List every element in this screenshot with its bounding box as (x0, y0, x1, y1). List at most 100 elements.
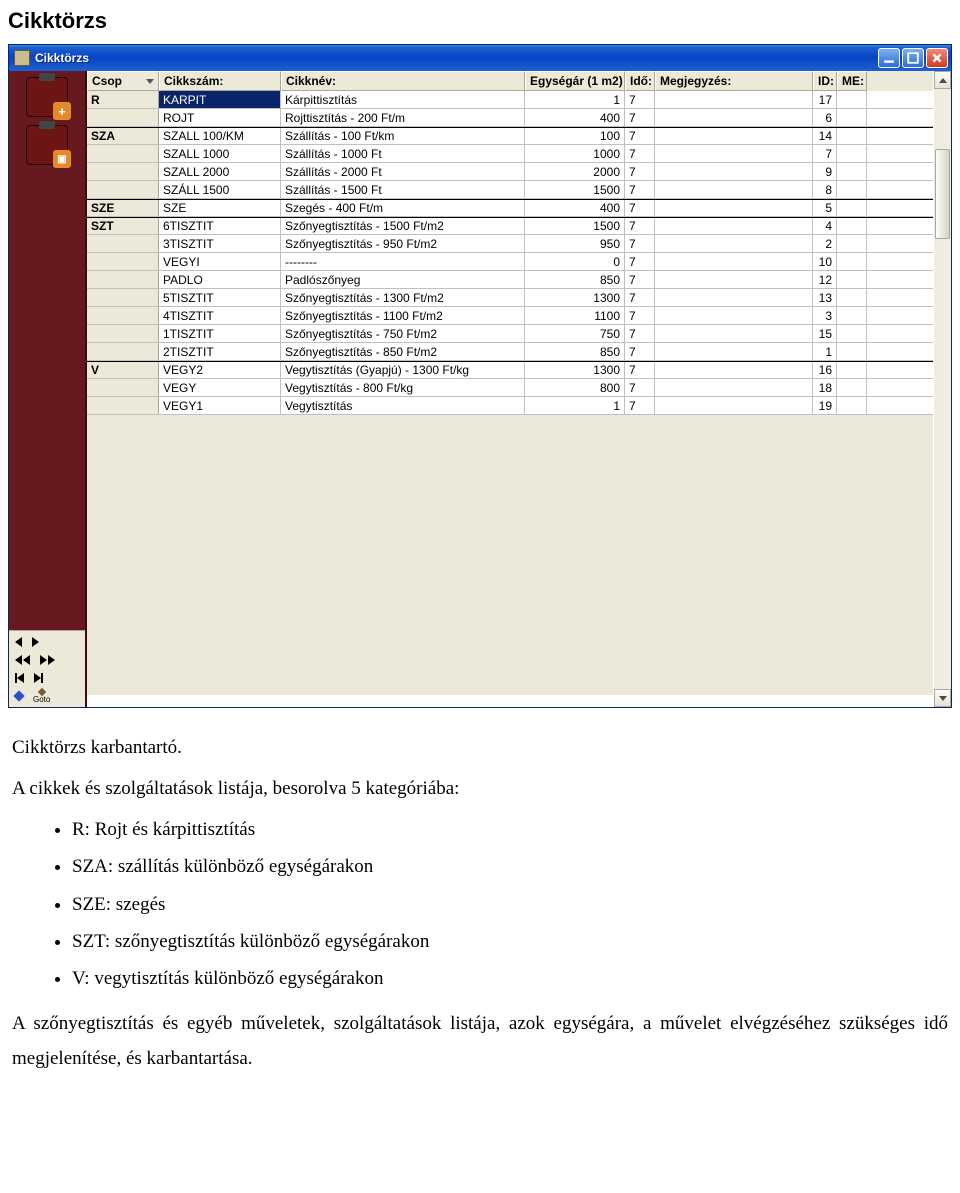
vertical-scrollbar[interactable] (933, 71, 951, 707)
doc-intro: Cikktörzs karbantartó. (12, 730, 948, 765)
cell: 13 (813, 289, 837, 306)
cell (655, 235, 813, 252)
cell: SZA (87, 128, 159, 144)
new-record-button[interactable]: + (26, 77, 68, 117)
cell: 3 (813, 307, 837, 324)
cell (87, 181, 159, 198)
plus-icon: + (53, 102, 71, 120)
table-row[interactable]: PADLOPadlószőnyeg850712 (87, 271, 933, 289)
cell (837, 109, 867, 126)
close-button[interactable] (926, 48, 948, 68)
cell: 6TISZTIT (159, 218, 281, 234)
bookmark-icon[interactable] (13, 690, 24, 701)
table-row[interactable]: RKARPITKárpittisztítás1717 (87, 91, 933, 109)
cell: Szőnyegtisztítás - 750 Ft/m2 (281, 325, 525, 342)
col-id[interactable]: ID: (813, 71, 837, 91)
cell: 18 (813, 379, 837, 396)
maximize-button[interactable] (902, 48, 924, 68)
table-row[interactable]: 4TISZTITSzőnyegtisztítás - 1100 Ft/m2110… (87, 307, 933, 325)
grid-body[interactable]: RKARPITKárpittisztítás1717ROJTRojttisztí… (87, 91, 933, 415)
cell (655, 271, 813, 288)
table-row[interactable]: 3TISZTITSzőnyegtisztítás - 950 Ft/m29507… (87, 235, 933, 253)
grid-empty-area (87, 415, 933, 695)
cell: 19 (813, 397, 837, 414)
record-navigator: Goto (9, 630, 85, 707)
cell: 7 (625, 379, 655, 396)
col-cikkszam[interactable]: Cikkszám: (159, 71, 281, 91)
cell: 2 (813, 235, 837, 252)
cell: R (87, 91, 159, 108)
scroll-down-button[interactable] (934, 689, 951, 707)
cell (655, 397, 813, 414)
list-item: SZA: szállítás különböző egységárakon (72, 849, 948, 884)
cell: 750 (525, 325, 625, 342)
cell: ROJT (159, 109, 281, 126)
cell (837, 343, 867, 360)
cell: 5TISZTIT (159, 289, 281, 306)
next-icon[interactable] (32, 637, 39, 647)
col-egysegar[interactable]: Egységár (1 m2) (525, 71, 625, 91)
duplicate-record-button[interactable]: ▣ (26, 125, 68, 165)
cell (837, 325, 867, 342)
scroll-thumb[interactable] (935, 149, 950, 239)
scroll-up-button[interactable] (934, 71, 951, 89)
table-row[interactable]: SZT6TISZTITSzőnyegtisztítás - 1500 Ft/m2… (87, 217, 933, 235)
last-page-icon[interactable] (40, 655, 55, 665)
doc-list-intro: A cikkek és szolgáltatások listája, beso… (12, 771, 948, 806)
table-row[interactable]: SZESZESzegés - 400 Ft/m40075 (87, 199, 933, 217)
table-row[interactable]: VEGY1Vegytisztítás1719 (87, 397, 933, 415)
cell: VEGYI (159, 253, 281, 270)
table-row[interactable]: 5TISZTITSzőnyegtisztítás - 1300 Ft/m2130… (87, 289, 933, 307)
cell: Vegytisztítás (Gyapjú) - 1300 Ft/kg (281, 362, 525, 378)
table-row[interactable]: SZÁLL 1500Szállítás - 1500 Ft150078 (87, 181, 933, 199)
titlebar[interactable]: Cikktörzs (9, 45, 951, 71)
cell: 6 (813, 109, 837, 126)
cell: 7 (625, 163, 655, 180)
table-row[interactable]: SZASZALL 100/KMSzállítás - 100 Ft/km1007… (87, 127, 933, 145)
table-row[interactable]: 2TISZTITSzőnyegtisztítás - 850 Ft/m28507… (87, 343, 933, 361)
cell: 1500 (525, 181, 625, 198)
cell: 7 (625, 218, 655, 234)
list-item: V: vegytisztítás különböző egységárakon (72, 961, 948, 996)
cell (655, 200, 813, 216)
cell: Rojttisztítás - 200 Ft/m (281, 109, 525, 126)
cell: 2TISZTIT (159, 343, 281, 360)
table-row[interactable]: SZALL 2000Szállítás - 2000 Ft200079 (87, 163, 933, 181)
col-ido[interactable]: Idő: (625, 71, 655, 91)
table-row[interactable]: VEGYVegytisztítás - 800 Ft/kg800718 (87, 379, 933, 397)
cell: SZÁLL 1500 (159, 181, 281, 198)
first-record-icon[interactable] (15, 673, 24, 683)
table-row[interactable]: VVEGY2Vegytisztítás (Gyapjú) - 1300 Ft/k… (87, 361, 933, 379)
cell (837, 362, 867, 378)
cell: 1500 (525, 218, 625, 234)
scroll-track[interactable] (934, 89, 951, 689)
cell (655, 362, 813, 378)
table-row[interactable]: 1TISZTITSzőnyegtisztítás - 750 Ft/m27507… (87, 325, 933, 343)
cell (87, 289, 159, 306)
cell: 17 (813, 91, 837, 108)
cell: 7 (813, 145, 837, 162)
col-me[interactable]: ME: (837, 71, 867, 91)
col-megj[interactable]: Megjegyzés: (655, 71, 813, 91)
data-grid[interactable]: Csop Cikkszám: Cikknév: Egységár (1 m2) … (87, 71, 933, 707)
col-csop[interactable]: Csop (87, 71, 159, 91)
table-row[interactable]: SZALL 1000Szállítás - 1000 Ft100077 (87, 145, 933, 163)
goto-button[interactable]: Goto (33, 689, 50, 704)
page-title: Cikktörzs (8, 8, 952, 34)
prev-icon[interactable] (15, 637, 22, 647)
cell (87, 271, 159, 288)
grid-header[interactable]: Csop Cikkszám: Cikknév: Egységár (1 m2) … (87, 71, 933, 91)
cell (655, 145, 813, 162)
cell: Szállítás - 2000 Ft (281, 163, 525, 180)
last-record-icon[interactable] (34, 673, 43, 683)
minimize-button[interactable] (878, 48, 900, 68)
table-row[interactable]: ROJTRojttisztítás - 200 Ft/m40076 (87, 109, 933, 127)
cell: 7 (625, 289, 655, 306)
col-cikknev[interactable]: Cikknév: (281, 71, 525, 91)
cell: 400 (525, 109, 625, 126)
table-row[interactable]: VEGYI--------0710 (87, 253, 933, 271)
cell (87, 397, 159, 414)
cell (655, 253, 813, 270)
cell: SZE (87, 200, 159, 216)
first-page-icon[interactable] (15, 655, 30, 665)
